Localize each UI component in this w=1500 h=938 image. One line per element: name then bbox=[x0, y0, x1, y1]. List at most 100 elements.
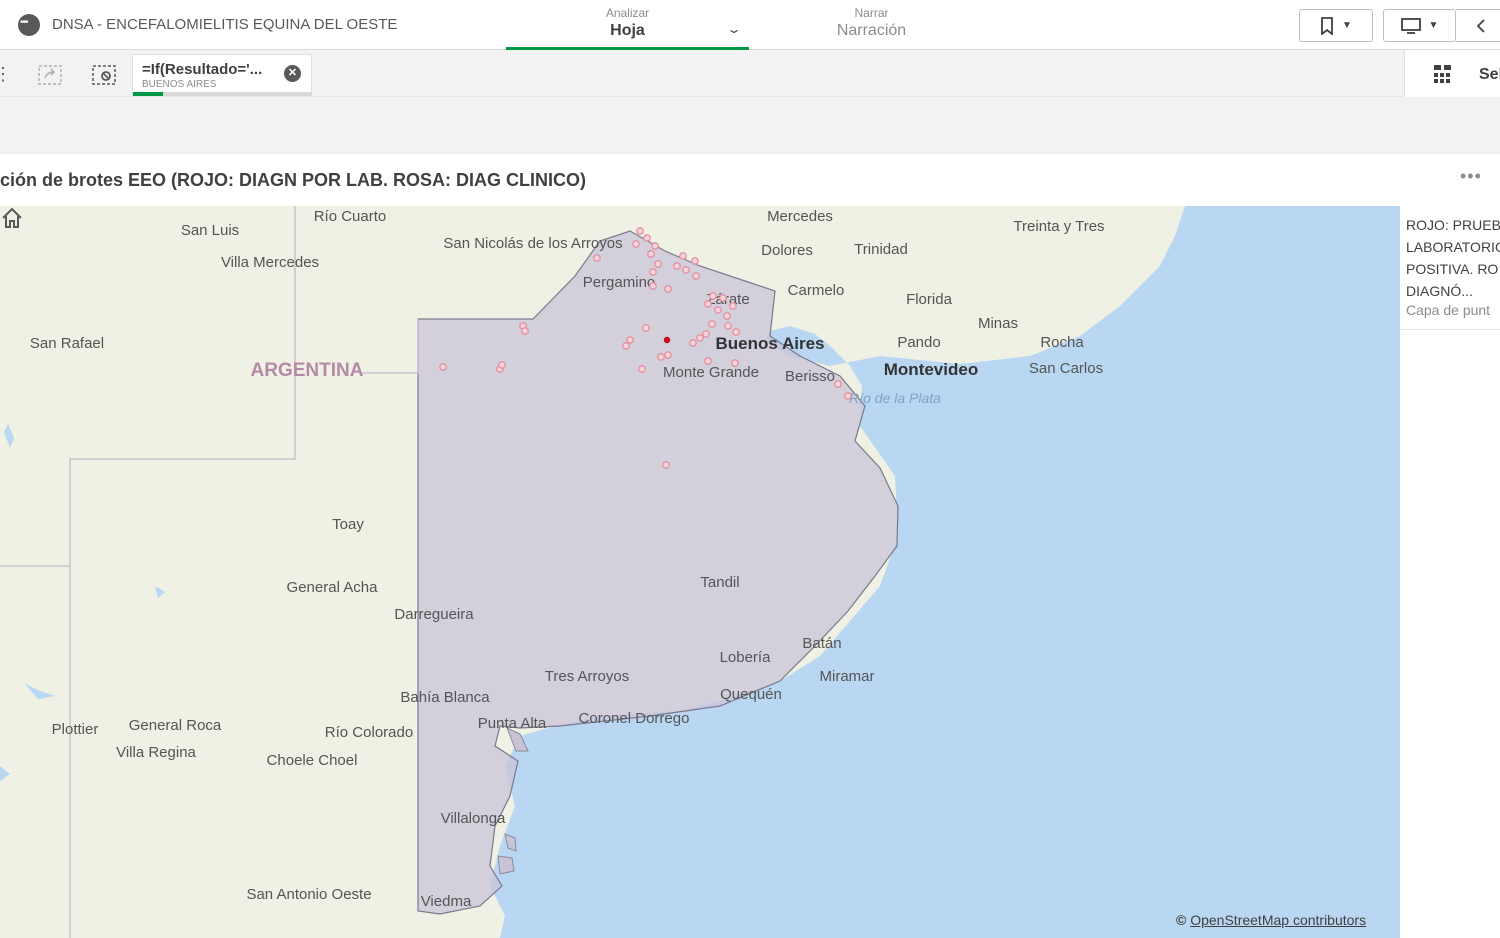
outbreak-point-clinical[interactable] bbox=[622, 342, 630, 350]
tab-hoja-label: Hoja bbox=[610, 22, 645, 39]
place-label: Villalonga bbox=[441, 810, 506, 827]
chevron-left-icon bbox=[1476, 18, 1485, 33]
more-options-icon[interactable]: ••• bbox=[1460, 166, 1482, 187]
bookmark-button[interactable]: ▼ bbox=[1299, 9, 1373, 42]
map-legend: ROJO: PRUEB LABORATORIO POSITIVA. RO DIA… bbox=[1400, 206, 1500, 938]
outbreak-point-clinical[interactable] bbox=[664, 285, 672, 293]
map-panel: ción de brotes EEO (ROJO: DIAGN POR LAB.… bbox=[0, 154, 1500, 938]
place-label: Tandil bbox=[700, 574, 739, 591]
place-label: General Roca bbox=[129, 717, 222, 734]
app-menu-icon[interactable] bbox=[18, 14, 40, 36]
map-title: ción de brotes EEO (ROJO: DIAGN POR LAB.… bbox=[0, 170, 587, 190]
map-viewport[interactable]: Río Cuarto San Luis Villa Mercedes San Rafa… bbox=[0, 206, 1400, 938]
outbreak-point-clinical[interactable] bbox=[696, 334, 704, 342]
tab-narrar-narracion[interactable]: Narrar Narración bbox=[750, 0, 993, 50]
outbreak-point-clinical[interactable] bbox=[731, 359, 739, 367]
collapse-panel-button[interactable] bbox=[1456, 9, 1500, 42]
place-label: Miramar bbox=[820, 668, 875, 685]
forward-selection-icon[interactable] bbox=[38, 65, 62, 85]
map-canvas[interactable]: Río Cuarto San Luis Villa Mercedes San Rafa… bbox=[0, 206, 1400, 938]
place-label: Plottier bbox=[52, 721, 99, 738]
outbreak-point-clinical[interactable] bbox=[657, 353, 665, 361]
tab-narrar-label: Narrar bbox=[854, 6, 889, 20]
country-label: ARGENTINA bbox=[251, 360, 364, 381]
outbreak-point-clinical[interactable] bbox=[647, 250, 655, 258]
outbreak-point-clinical[interactable] bbox=[636, 227, 644, 235]
outbreak-point-clinical[interactable] bbox=[702, 330, 710, 338]
place-label: Trinidad bbox=[854, 241, 908, 258]
outbreak-point-clinical[interactable] bbox=[844, 392, 852, 400]
selections-tool-panel[interactable]: Sel bbox=[1404, 50, 1500, 97]
outbreak-point-clinical[interactable] bbox=[708, 320, 716, 328]
place-label: Monte Grande bbox=[663, 364, 759, 381]
outbreak-point-clinical[interactable] bbox=[662, 461, 670, 469]
outbreak-point-clinical[interactable] bbox=[654, 260, 662, 268]
outbreak-point-clinical[interactable] bbox=[664, 351, 672, 359]
outbreak-point-clinical[interactable] bbox=[682, 266, 690, 274]
outbreak-point-clinical[interactable] bbox=[691, 257, 699, 265]
outbreak-point-clinical[interactable] bbox=[439, 363, 447, 371]
place-label: Río Colorado bbox=[325, 724, 413, 741]
outbreak-point-clinical[interactable] bbox=[714, 306, 722, 314]
place-label: Batán bbox=[802, 635, 841, 652]
selection-tool-icon[interactable]: ⋮ bbox=[0, 64, 12, 85]
selection-chip-bar-rest bbox=[163, 92, 312, 96]
place-label: San Nicolás de los Arroyos bbox=[443, 235, 622, 252]
outbreak-point-clinical[interactable] bbox=[632, 240, 640, 248]
place-label: Coronel Dorrego bbox=[579, 710, 690, 727]
outbreak-point-clinical[interactable] bbox=[593, 254, 601, 262]
app-title: DNSA - ENCEFALOMIELITIS EQUINA DEL OESTE bbox=[52, 16, 398, 33]
osm-attribution-link[interactable]: OpenStreetMap contributors bbox=[1190, 912, 1366, 928]
outbreak-point-clinical[interactable] bbox=[692, 272, 700, 280]
chevron-down-icon[interactable]: ⌄ bbox=[726, 22, 741, 36]
outbreak-point-clinical[interactable] bbox=[679, 252, 687, 260]
legend-text: ROJO: PRUEB LABORATORIO POSITIVA. RO DIA… bbox=[1406, 217, 1500, 299]
copyright-symbol: © bbox=[1176, 912, 1187, 928]
place-label: Florida bbox=[906, 291, 953, 308]
outbreak-point-clinical[interactable] bbox=[732, 328, 740, 336]
selections-grid-icon bbox=[1434, 65, 1451, 83]
place-label: Bahía Blanca bbox=[400, 689, 490, 706]
outbreak-point-clinical[interactable] bbox=[709, 292, 717, 300]
outbreak-point-clinical[interactable] bbox=[626, 336, 634, 344]
place-label: Rocha bbox=[1040, 334, 1084, 351]
outbreak-point-clinical[interactable] bbox=[521, 327, 529, 335]
place-label: Darregueira bbox=[394, 606, 474, 623]
place-label: Montevideo bbox=[884, 360, 978, 379]
place-label: Buenos Aires bbox=[716, 334, 825, 353]
outbreak-point-clinical[interactable] bbox=[649, 282, 657, 290]
outbreak-point-clinical[interactable] bbox=[704, 300, 712, 308]
outbreak-point-clinical[interactable] bbox=[704, 357, 712, 365]
bookmark-icon bbox=[1321, 16, 1333, 35]
outbreak-point-clinical[interactable] bbox=[651, 242, 659, 250]
top-bar: DNSA - ENCEFALOMIELITIS EQUINA DEL OESTE… bbox=[0, 0, 1500, 50]
place-label: Lobería bbox=[720, 649, 772, 666]
outbreak-point-clinical[interactable] bbox=[638, 365, 646, 373]
legend-item[interactable]: ROJO: PRUEB LABORATORIO POSITIVA. RO DIA… bbox=[1400, 206, 1500, 330]
outbreak-point-clinical[interactable] bbox=[673, 262, 681, 270]
outbreak-point-clinical[interactable] bbox=[643, 234, 651, 242]
outbreak-point-lab[interactable] bbox=[663, 336, 671, 344]
outbreak-point-clinical[interactable] bbox=[689, 339, 697, 347]
place-label: Toay bbox=[332, 516, 364, 533]
sheet-view-button[interactable]: ▼ bbox=[1383, 9, 1456, 42]
outbreak-point-clinical[interactable] bbox=[719, 294, 727, 302]
map-attribution[interactable]: © OpenStreetMap contributors bbox=[1176, 912, 1366, 928]
outbreak-point-clinical[interactable] bbox=[723, 312, 731, 320]
outbreak-point-clinical[interactable] bbox=[834, 380, 842, 388]
outbreak-point-clinical[interactable] bbox=[498, 361, 506, 369]
outbreak-point-clinical[interactable] bbox=[649, 268, 657, 276]
place-label: Choele Choel bbox=[267, 752, 358, 769]
place-label: Tres Arroyos bbox=[545, 668, 629, 685]
outbreak-point-clinical[interactable] bbox=[729, 302, 737, 310]
close-icon[interactable]: ✕ bbox=[284, 65, 301, 82]
selection-chip[interactable]: =If(Resultado='... BUENOS AIRES ✕ bbox=[132, 54, 312, 96]
selection-chip-field: BUENOS AIRES bbox=[142, 79, 217, 90]
place-label: Pergamino bbox=[583, 274, 656, 291]
outbreak-point-clinical[interactable] bbox=[642, 324, 650, 332]
water-label: Río de la Plata bbox=[849, 390, 941, 406]
outbreak-point-clinical[interactable] bbox=[724, 322, 732, 330]
home-icon[interactable] bbox=[0, 206, 24, 230]
clear-selections-icon[interactable] bbox=[92, 65, 116, 85]
tab-analizar-hoja[interactable]: Analizar Hoja ⌄ bbox=[506, 0, 749, 50]
